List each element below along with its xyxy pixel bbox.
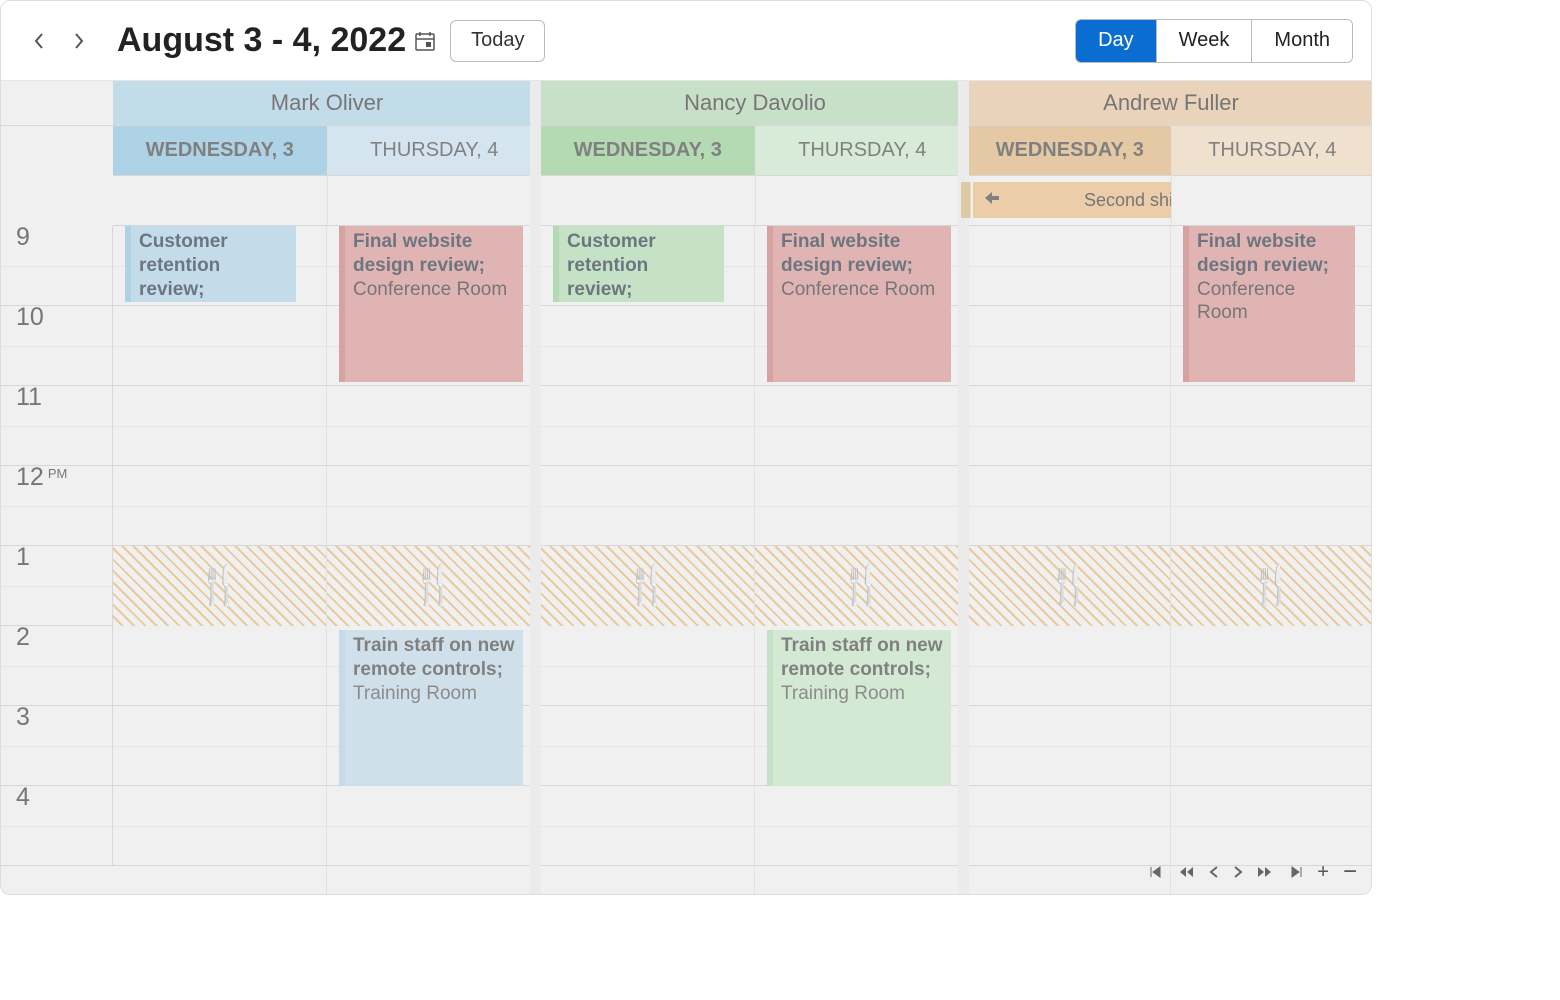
- nav-prev-button[interactable]: [19, 21, 59, 61]
- time-ruler: 9 10 11 12PM 1 2 3 4: [1, 81, 113, 894]
- resource-column-nancy: Nancy Davolio WEDNESDAY, 3 THURSDAY, 4 🍴…: [541, 81, 969, 894]
- appointment-subject: Customer retention review;: [139, 230, 288, 301]
- appointment[interactable]: Final website design review; Conference …: [339, 226, 523, 382]
- lunch-icon: 🍴: [624, 564, 671, 608]
- resource-header: Mark Oliver: [113, 81, 541, 126]
- appointment-location: Training Room: [781, 682, 943, 706]
- appointment-location: Training Room: [353, 682, 515, 706]
- appointment-location: Conference Room: [139, 301, 288, 302]
- lunch-icon: 🍴: [196, 564, 243, 608]
- appointment-location: Conference Room: [781, 278, 943, 302]
- day-header-thu[interactable]: THURSDAY, 4: [755, 126, 970, 175]
- day-header-wed[interactable]: WEDNESDAY, 3: [969, 126, 1171, 175]
- nav-next-button[interactable]: [59, 21, 99, 61]
- prev-icon[interactable]: [1209, 865, 1219, 879]
- first-icon[interactable]: [1149, 865, 1165, 879]
- next-page-icon[interactable]: [1257, 865, 1273, 879]
- appointment[interactable]: Customer retention review; Conference Ro…: [125, 226, 296, 302]
- toolbar: August 3 - 4, 2022 Today Day Week Month: [1, 1, 1371, 81]
- calendar-picker-icon[interactable]: [412, 28, 438, 54]
- appointment-subject: Final website design review;: [781, 230, 943, 278]
- time-label: 12PM: [16, 463, 67, 492]
- time-label: 2: [16, 623, 30, 652]
- resource-column-andrew: Andrew Fuller WEDNESDAY, 3 THURSDAY, 4 S…: [969, 81, 1372, 894]
- today-button[interactable]: Today: [450, 20, 545, 62]
- resource-header: Nancy Davolio: [541, 81, 969, 126]
- allday-edge: [961, 182, 971, 218]
- lunch-icon: 🍴: [1046, 564, 1093, 608]
- appointment[interactable]: Final website design review; Conference …: [767, 226, 951, 382]
- time-label: 4: [16, 783, 30, 812]
- appointment-subject: Final website design review;: [1197, 230, 1347, 278]
- time-label: 9: [16, 223, 30, 252]
- appointment-subject: Final website design review;: [353, 230, 515, 278]
- appointment[interactable]: Train staff on new remote controls; Trai…: [339, 630, 523, 786]
- scheduler-grid: 9 10 11 12PM 1 2 3 4 Mark Oliver WEDNESD…: [1, 81, 1371, 894]
- view-tab-month[interactable]: Month: [1251, 20, 1352, 62]
- date-range-title: August 3 - 4, 2022: [117, 21, 406, 60]
- next-icon[interactable]: [1233, 865, 1243, 879]
- arrow-left-icon: [983, 190, 1001, 211]
- appointment-location: Conference Room: [1197, 278, 1347, 326]
- appointment-subject: Train staff on new remote controls;: [781, 634, 943, 682]
- lunch-icon: 🍴: [410, 564, 457, 608]
- appointment-location: Conference Room: [567, 301, 716, 302]
- column-resize-handle[interactable]: [530, 81, 541, 894]
- appointment[interactable]: Train staff on new remote controls; Trai…: [767, 630, 951, 786]
- appointment[interactable]: Customer retention review; Conference Ro…: [553, 226, 724, 302]
- appointment-location: Conference Room: [353, 278, 515, 302]
- view-tab-week[interactable]: Week: [1156, 20, 1252, 62]
- time-label: 1: [16, 543, 30, 572]
- view-tab-day[interactable]: Day: [1076, 20, 1156, 62]
- add-resource-icon[interactable]: +: [1317, 861, 1329, 884]
- resource-navigator: + −: [1149, 858, 1357, 886]
- last-icon[interactable]: [1287, 865, 1303, 879]
- prev-page-icon[interactable]: [1179, 865, 1195, 879]
- time-label: 10: [16, 303, 44, 332]
- lunch-icon: 🍴: [1248, 564, 1295, 608]
- remove-resource-icon[interactable]: −: [1343, 858, 1357, 886]
- scheduler-frame: August 3 - 4, 2022 Today Day Week Month: [0, 0, 1372, 895]
- time-label: 11: [16, 383, 42, 412]
- time-label: 3: [16, 703, 30, 732]
- resource-column-mark: Mark Oliver WEDNESDAY, 3 THURSDAY, 4 🍴 C…: [113, 81, 541, 894]
- lunch-icon: 🍴: [838, 564, 885, 608]
- appointment-subject: Customer retention review;: [567, 230, 716, 301]
- appointment-subject: Train staff on new remote controls;: [353, 634, 515, 682]
- view-switch: Day Week Month: [1075, 19, 1353, 63]
- day-header-thu[interactable]: THURSDAY, 4: [327, 126, 542, 175]
- day-header-wed[interactable]: WEDNESDAY, 3: [541, 126, 755, 175]
- appointment[interactable]: Final website design review; Conference …: [1183, 226, 1355, 382]
- day-header-wed[interactable]: WEDNESDAY, 3: [113, 126, 327, 175]
- resource-header: Andrew Fuller: [969, 81, 1372, 126]
- day-header-thu[interactable]: THURSDAY, 4: [1171, 126, 1373, 175]
